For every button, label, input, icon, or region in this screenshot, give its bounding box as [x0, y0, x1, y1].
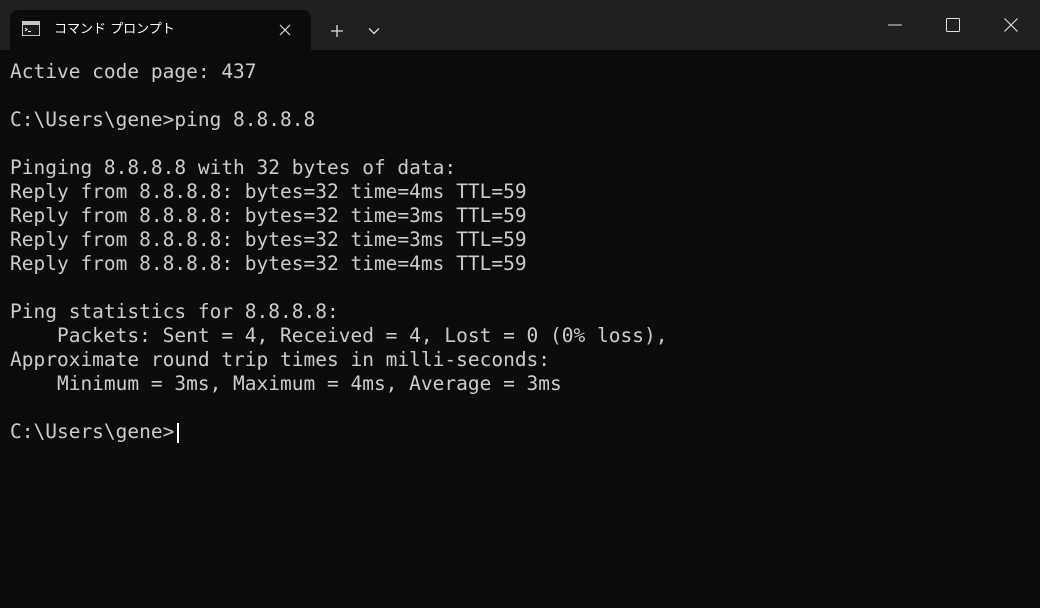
tab-dropdown-button[interactable] [360, 16, 388, 46]
tab-title: コマンド プロンプト [54, 22, 175, 37]
tab-command-prompt[interactable]: コマンド プロンプト [10, 10, 311, 50]
terminal-line: Approximate round trip times in milli-se… [10, 348, 551, 371]
terminal-line: Minimum = 3ms, Maximum = 4ms, Average = … [10, 372, 562, 395]
tab-close-icon[interactable] [275, 20, 295, 40]
terminal-line: Reply from 8.8.8.8: bytes=32 time=4ms TT… [10, 252, 527, 275]
text-cursor [177, 423, 179, 443]
terminal-window: コマンド プロンプト Active code page: 437 C:\User… [0, 0, 1040, 608]
cmd-icon [22, 21, 40, 36]
close-button[interactable] [982, 0, 1040, 50]
terminal-line: Reply from 8.8.8.8: bytes=32 time=4ms TT… [10, 180, 527, 203]
terminal-line: Active code page: 437 [10, 60, 257, 83]
new-tab-button[interactable] [322, 16, 352, 46]
maximize-button[interactable] [924, 0, 982, 50]
terminal-output[interactable]: Active code page: 437 C:\Users\gene>ping… [0, 50, 1040, 608]
terminal-prompt: C:\Users\gene> [10, 420, 175, 443]
terminal-line: Packets: Sent = 4, Received = 4, Lost = … [10, 324, 668, 347]
terminal-line: Reply from 8.8.8.8: bytes=32 time=3ms TT… [10, 228, 527, 251]
minimize-button[interactable] [866, 0, 924, 50]
terminal-line: Pinging 8.8.8.8 with 32 bytes of data: [10, 156, 457, 179]
terminal-line: C:\Users\gene>ping 8.8.8.8 [10, 108, 316, 131]
terminal-line: Ping statistics for 8.8.8.8: [10, 300, 339, 323]
title-bar: コマンド プロンプト [0, 0, 1040, 50]
terminal-line: Reply from 8.8.8.8: bytes=32 time=3ms TT… [10, 204, 527, 227]
